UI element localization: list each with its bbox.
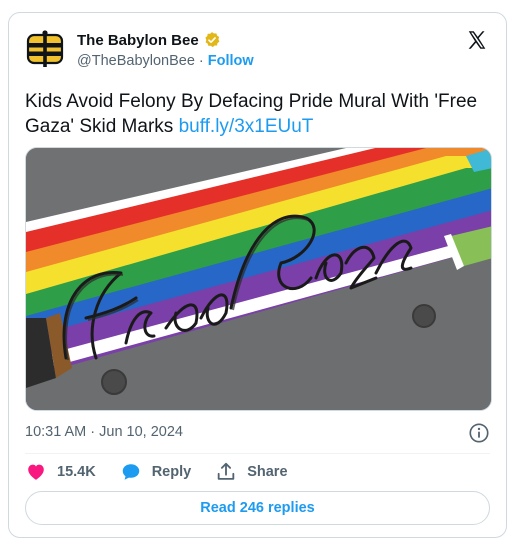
like-count: 15.4K xyxy=(57,464,96,480)
actions-divider xyxy=(25,453,490,454)
follow-button[interactable]: Follow xyxy=(208,53,254,69)
tweet-timestamp[interactable]: 10:31 AM · Jun 10, 2024 xyxy=(25,424,183,440)
tweet-header: The Babylon Bee @TheBabylonBee · Follow xyxy=(25,27,490,71)
tweet-link[interactable]: buff.ly/3x1EUuT xyxy=(179,116,314,137)
reply-label: Reply xyxy=(151,464,192,480)
author-name[interactable]: The Babylon Bee xyxy=(77,32,199,49)
author-handle[interactable]: @TheBabylonBee xyxy=(77,53,195,69)
babylon-bee-avatar[interactable] xyxy=(25,29,65,69)
read-replies-button[interactable]: Read 246 replies xyxy=(25,491,490,525)
like-button[interactable]: 15.4K xyxy=(25,461,96,483)
tweet-text: Kids Avoid Felony By Defacing Pride Mura… xyxy=(25,89,495,139)
tweet-actions-bar: 15.4K Reply Share xyxy=(25,458,288,486)
tweet-media-image[interactable] xyxy=(25,147,492,411)
reply-button[interactable]: Reply xyxy=(120,461,192,483)
author-name-row: The Babylon Bee xyxy=(77,31,221,49)
pride-mural-photo xyxy=(26,148,491,410)
share-upload-icon xyxy=(217,462,235,480)
x-logo-icon[interactable] xyxy=(466,29,488,51)
share-label: Share xyxy=(247,464,288,480)
share-button[interactable]: Share xyxy=(215,461,288,483)
separator-dot: · xyxy=(198,53,204,69)
heart-icon xyxy=(28,464,44,480)
info-icon[interactable] xyxy=(468,422,490,444)
verified-badge-icon xyxy=(205,32,220,48)
tweet-meta-row: 10:31 AM · Jun 10, 2024 xyxy=(25,422,490,444)
reply-bubble-icon xyxy=(122,464,139,480)
author-handle-row: @TheBabylonBee · Follow xyxy=(77,53,254,69)
tweet-embed-card[interactable]: The Babylon Bee @TheBabylonBee · Follow … xyxy=(8,12,507,538)
